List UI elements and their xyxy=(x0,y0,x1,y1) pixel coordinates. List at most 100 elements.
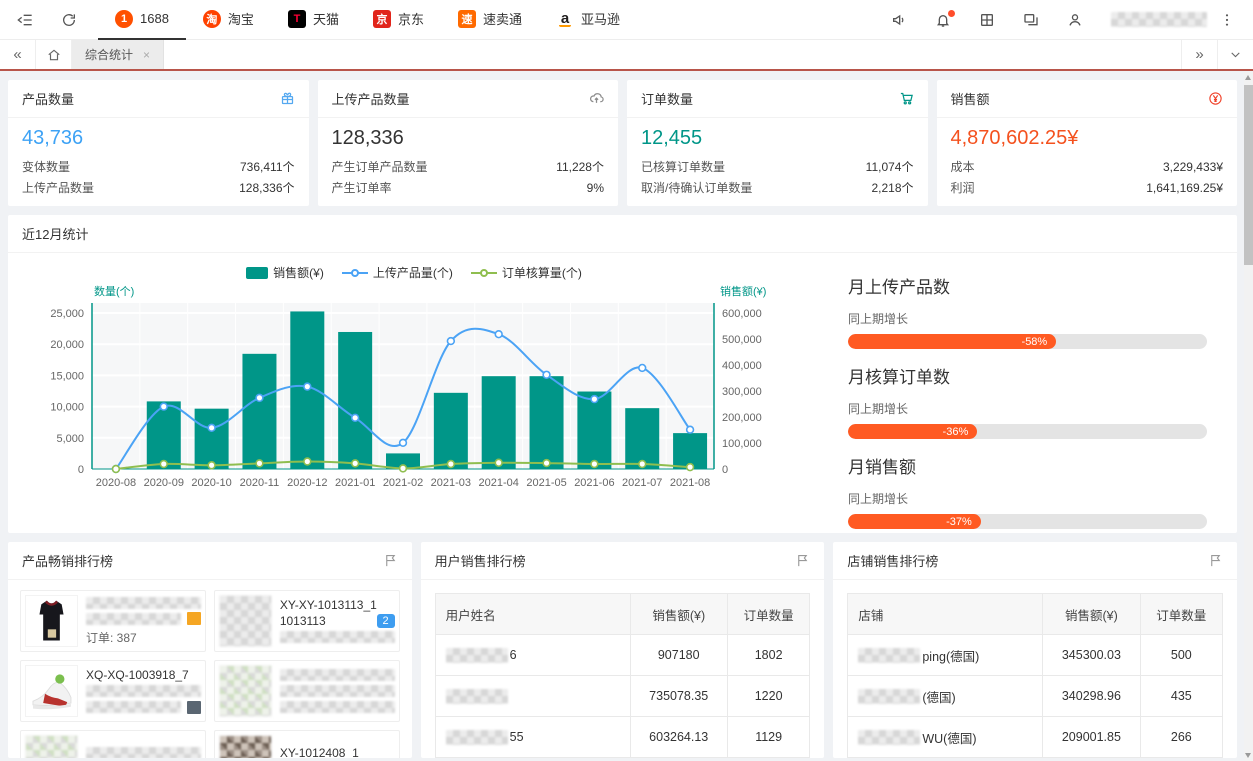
platform-tab-icon: 1 xyxy=(115,10,133,28)
name-suffix: WU(德国) xyxy=(922,728,976,747)
product-card-3[interactable]: XQ-XQ-1003918_7 xyxy=(20,660,206,722)
legend-label: 销售额(¥) xyxy=(273,264,324,281)
apps-grid-icon[interactable] xyxy=(965,0,1009,40)
growth-title: 月上传产品数 xyxy=(848,273,1207,298)
notification-dot xyxy=(948,10,955,17)
sales-amount: 340298.96 xyxy=(1043,676,1140,717)
platform-tab-label: 京东 xyxy=(398,9,424,28)
user-panel-title: 用户销售排行榜 xyxy=(435,551,526,570)
order-count: 435 xyxy=(1140,676,1222,717)
product-card-6[interactable]: XY-1012408_1 xyxy=(214,730,400,758)
platform-tab-icon: 淘 xyxy=(203,10,221,28)
task-monitor-icon[interactable] xyxy=(1009,0,1053,40)
platform-tab-label: 天猫 xyxy=(313,9,339,28)
growth-sublabel: 同上期增长 xyxy=(848,400,1207,417)
tab-close-icon[interactable]: × xyxy=(143,48,150,62)
product-card-4[interactable] xyxy=(214,660,400,722)
scrollbar-up-arrow[interactable] xyxy=(1245,75,1251,80)
sales-amount: 199265.69 xyxy=(1043,758,1140,759)
shop-row: n(日本)199265.69840 xyxy=(848,758,1223,759)
growth-progress-track: -37% xyxy=(848,514,1207,529)
masked-text-line xyxy=(280,685,395,697)
stat-card-title: 产品数量 xyxy=(22,89,74,108)
masked-text-line xyxy=(86,747,201,758)
svg-text:2021-06: 2021-06 xyxy=(574,477,614,489)
combo-chart: 销售额(¥)上传产品量(个)订单核算量(个) 05,00010,00015,00… xyxy=(14,255,814,529)
stat-card-value: 43,736 xyxy=(22,127,295,150)
tab-label: 综合统计 xyxy=(85,46,133,63)
scrollbar-down-arrow[interactable] xyxy=(1245,753,1251,758)
sales-amount: 907180 xyxy=(630,635,727,676)
product-card-2[interactable]: XY-XY-1013113_110131132 xyxy=(214,590,400,652)
tabs-dropdown-button[interactable] xyxy=(1217,40,1253,69)
stat-row-label: 成本 xyxy=(951,157,975,178)
masked-text-line xyxy=(280,631,395,643)
platform-tabs: 11688淘淘宝 T 天猫京京东速速卖通a亚马逊 xyxy=(98,0,637,40)
tabs-scroll-right-button[interactable]: » xyxy=(1181,40,1217,69)
stat-row-value: 736,411个 xyxy=(240,157,295,178)
tab-comprehensive-statistics[interactable]: 综合统计 × xyxy=(72,40,164,69)
page-scrollbar[interactable] xyxy=(1244,72,1253,761)
column-header: 订单数量 xyxy=(1140,594,1222,635)
legend-item[interactable]: 销售额(¥) xyxy=(246,264,324,281)
stat-card-4: 销售额4,870,602.25¥成本3,229,433¥利润1,641,169.… xyxy=(937,80,1238,206)
yen-circle-icon xyxy=(1208,91,1223,106)
collapse-menu-icon[interactable] xyxy=(10,0,40,40)
column-header: 用户姓名 xyxy=(435,594,630,635)
product-code: XY-1012408_1 xyxy=(280,747,395,758)
product-card-5[interactable] xyxy=(20,730,206,758)
svg-text:2020-09: 2020-09 xyxy=(144,477,184,489)
stat-card-title: 订单数量 xyxy=(641,89,693,108)
order-count: 1220 xyxy=(727,676,809,717)
stat-row-value: 128,336个 xyxy=(239,178,294,199)
growth-title: 月销售额 xyxy=(848,453,1207,478)
scrollbar-thumb[interactable] xyxy=(1244,85,1253,265)
legend-bar-swatch xyxy=(246,267,268,279)
column-header: 销售额(¥) xyxy=(630,594,727,635)
product-order-count: 订单: 387 xyxy=(86,629,201,646)
masked-text-line xyxy=(86,613,181,625)
platform-tab-6[interactable]: a亚马逊 xyxy=(539,0,637,40)
platform-tab-3[interactable]: T 天猫 xyxy=(271,0,356,40)
growth-block-3: 月销售额同上期增长-37% xyxy=(848,453,1207,529)
legend-label: 订单核算量(个) xyxy=(502,264,582,281)
product-card-1[interactable]: 订单: 387 xyxy=(20,590,206,652)
announcement-icon[interactable] xyxy=(877,0,921,40)
notification-bell-icon[interactable] xyxy=(921,0,965,40)
growth-block-1: 月上传产品数同上期增长-58% xyxy=(848,273,1207,349)
legend-item[interactable]: 上传产品量(个) xyxy=(342,264,453,281)
svg-text:2021-03: 2021-03 xyxy=(431,477,471,489)
sales-amount: 603264.13 xyxy=(630,717,727,758)
user-name-masked[interactable] xyxy=(1111,12,1207,27)
masked-name xyxy=(858,730,920,745)
platform-tab-icon: T xyxy=(288,10,306,28)
platform-tab-2[interactable]: 淘淘宝 xyxy=(186,0,271,40)
stat-row-value: 3,229,433¥ xyxy=(1163,157,1223,178)
more-menu-icon[interactable] xyxy=(1215,0,1239,40)
cloud-upload-icon xyxy=(589,91,604,106)
user-row: 55603264.131129 xyxy=(435,717,810,758)
growth-value: -36% xyxy=(943,426,969,438)
platform-tab-icon: a xyxy=(556,10,574,28)
order-count: 1129 xyxy=(727,717,809,758)
platform-tab-1[interactable]: 11688 xyxy=(98,0,186,40)
home-tab-icon[interactable] xyxy=(36,40,72,69)
shop-row: (德国)340298.96435 xyxy=(848,676,1223,717)
stat-card-value: 4,870,602.25¥ xyxy=(951,127,1224,150)
svg-text:2021-08: 2021-08 xyxy=(670,477,710,489)
masked-name xyxy=(446,648,508,663)
masked-name xyxy=(858,648,920,663)
stat-row-value: 2,218个 xyxy=(871,178,913,199)
platform-tab-5[interactable]: 速速卖通 xyxy=(441,0,539,40)
tabs-scroll-left-button[interactable]: « xyxy=(0,40,36,69)
user-icon[interactable] xyxy=(1053,0,1097,40)
masked-text-line xyxy=(280,701,395,713)
masked-text-line xyxy=(280,669,395,681)
svg-text:2020-10: 2020-10 xyxy=(191,477,231,489)
stat-row-value: 9% xyxy=(587,178,604,199)
refresh-icon[interactable] xyxy=(54,0,84,40)
stat-row-value: 11,074个 xyxy=(866,157,914,178)
legend-item[interactable]: 订单核算量(个) xyxy=(471,264,582,281)
platform-tab-4[interactable]: 京京东 xyxy=(356,0,441,40)
flag-icon xyxy=(1208,553,1223,568)
